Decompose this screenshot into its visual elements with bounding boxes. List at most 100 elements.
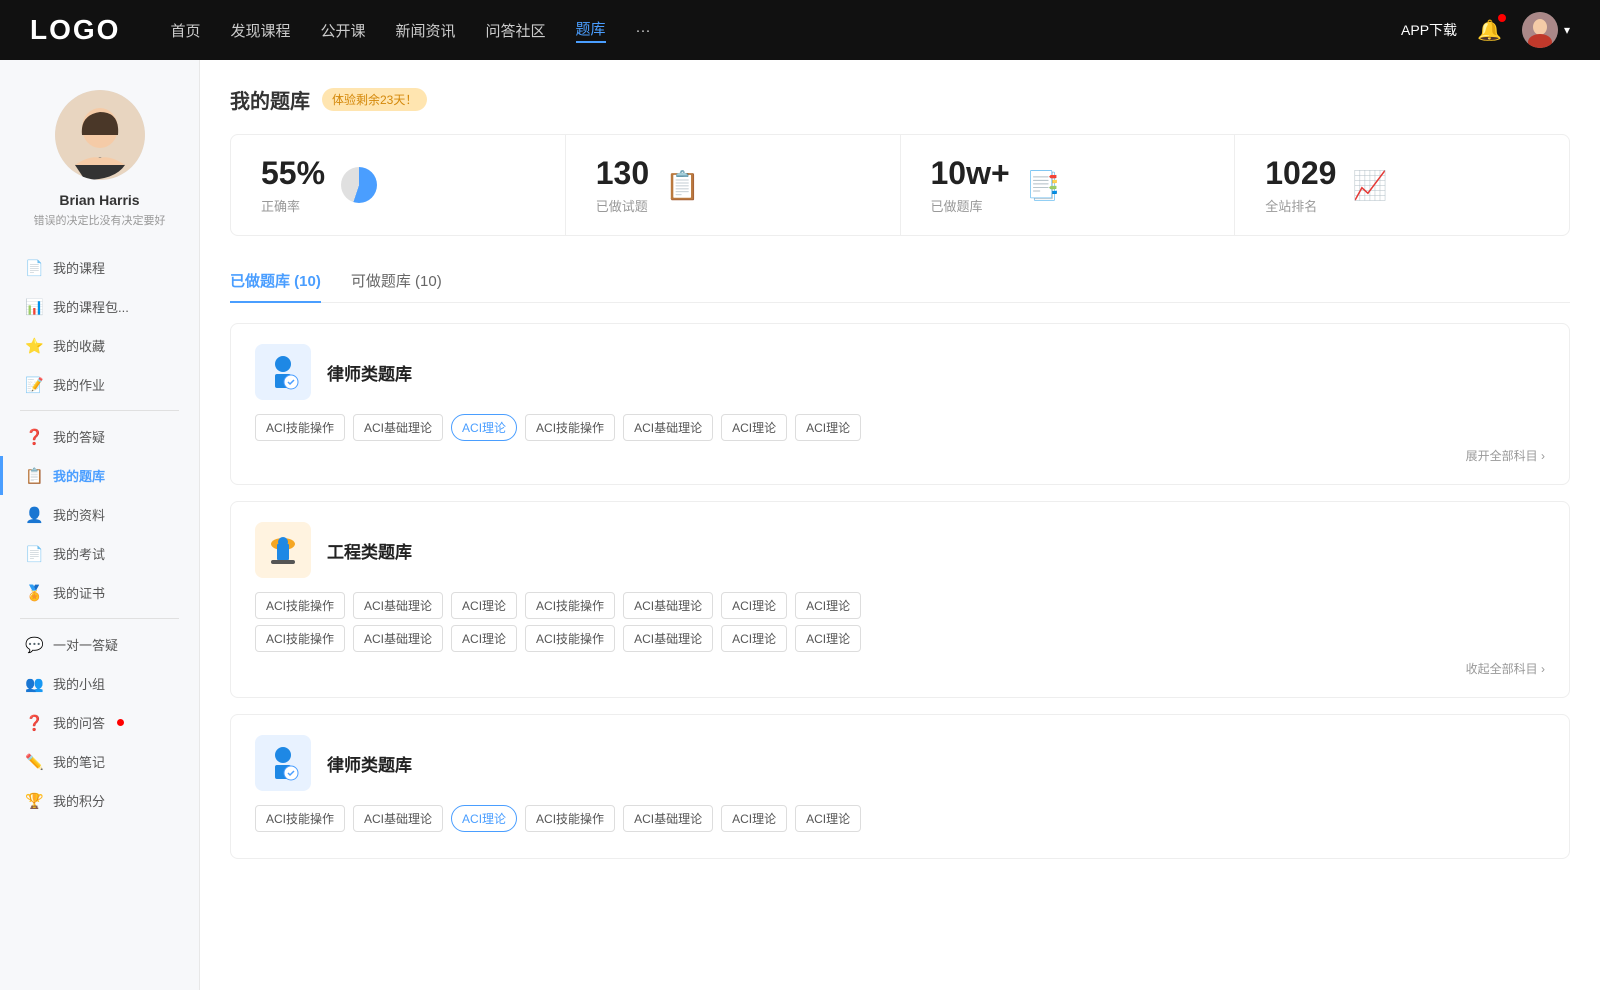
tag-3-1[interactable]: ACI基础理论 (353, 805, 443, 832)
stat-accuracy-label: 正确率 (261, 196, 325, 215)
nav-open-course[interactable]: 公开课 (320, 20, 365, 41)
sidebar-label-questions: 我的问答 (53, 713, 105, 732)
bank-header-3: 律师类题库 (255, 735, 1545, 791)
sidebar-item-profile[interactable]: 👤 我的资料 (0, 495, 199, 534)
tag-3-6[interactable]: ACI理论 (795, 805, 861, 832)
sidebar-item-question-bank[interactable]: 📋 我的题库 (0, 456, 199, 495)
nav-qa[interactable]: 问答社区 (486, 20, 546, 41)
navbar-right: APP下载 🔔 ▾ (1401, 12, 1570, 48)
tag-2-r2-2[interactable]: ACI理论 (451, 625, 517, 652)
tag-2-r1-2[interactable]: ACI理论 (451, 592, 517, 619)
tag-2-r1-6[interactable]: ACI理论 (795, 592, 861, 619)
sidebar-label-profile: 我的资料 (53, 505, 105, 524)
stat-done-questions-value: 130 (596, 155, 649, 192)
page-title: 我的题库 (230, 85, 310, 114)
stat-rank-left: 1029 全站排名 (1265, 155, 1336, 215)
stat-done-banks-left: 10w+ 已做题库 (931, 155, 1010, 215)
sidebar-label-packages: 我的课程包... (53, 297, 129, 316)
tag-3-0[interactable]: ACI技能操作 (255, 805, 345, 832)
sidebar-item-my-qa[interactable]: ❓ 我的答疑 (0, 417, 199, 456)
sidebar-item-course-packages[interactable]: 📊 我的课程包... (0, 287, 199, 326)
user-avatar-menu[interactable]: ▾ (1522, 12, 1570, 48)
stats-row: 55% 正确率 130 已做试题 📋 10w+ 已做题库 📑 (230, 134, 1570, 236)
chevron-down-icon: ▾ (1564, 23, 1570, 37)
bank-icon-lawyer-1 (255, 344, 311, 400)
tab-available-banks[interactable]: 可做题库 (10) (351, 260, 442, 303)
sidebar-label-bank: 我的题库 (53, 466, 105, 485)
tag-1-2[interactable]: ACI理论 (451, 414, 517, 441)
stat-done-questions-left: 130 已做试题 (596, 155, 649, 215)
sidebar-menu: 📄 我的课程 📊 我的课程包... ⭐ 我的收藏 📝 我的作业 ❓ 我的答疑 � (0, 248, 199, 820)
tag-1-1[interactable]: ACI基础理论 (353, 414, 443, 441)
group-icon: 👥 (25, 675, 43, 693)
tag-2-r1-4[interactable]: ACI基础理论 (623, 592, 713, 619)
sidebar-label-courses: 我的课程 (53, 258, 105, 277)
points-icon: 🏆 (25, 792, 43, 810)
sidebar-username: Brian Harris (59, 192, 139, 208)
tag-3-2[interactable]: ACI理论 (451, 805, 517, 832)
tag-2-r1-1[interactable]: ACI基础理论 (353, 592, 443, 619)
bank-title-1: 律师类题库 (327, 360, 412, 385)
tag-2-r1-0[interactable]: ACI技能操作 (255, 592, 345, 619)
stat-done-banks-label: 已做题库 (931, 196, 1010, 215)
tag-2-r1-3[interactable]: ACI技能操作 (525, 592, 615, 619)
bank-title-3: 律师类题库 (327, 751, 412, 776)
tag-1-3[interactable]: ACI技能操作 (525, 414, 615, 441)
sidebar: Brian Harris 错误的决定比没有决定要好 📄 我的课程 📊 我的课程包… (0, 60, 200, 990)
tag-1-4[interactable]: ACI基础理论 (623, 414, 713, 441)
nav-more[interactable]: ··· (636, 22, 651, 39)
sidebar-label-notes: 我的笔记 (53, 752, 105, 771)
tag-2-r2-5[interactable]: ACI理论 (721, 625, 787, 652)
nav-home[interactable]: 首页 (170, 20, 200, 41)
sidebar-motto: 错误的决定比没有决定要好 (24, 212, 176, 228)
bank-icon: 📋 (25, 467, 43, 485)
sidebar-item-exam[interactable]: 📄 我的考试 (0, 534, 199, 573)
stat-done-questions: 130 已做试题 📋 (566, 135, 901, 235)
sidebar-label-qa: 我的答疑 (53, 427, 105, 446)
tag-2-r2-4[interactable]: ACI基础理论 (623, 625, 713, 652)
sidebar-label-homework: 我的作业 (53, 375, 105, 394)
tab-done-banks[interactable]: 已做题库 (10) (230, 260, 321, 303)
sidebar-item-homework[interactable]: 📝 我的作业 (0, 365, 199, 404)
expand-link-1[interactable]: 展开全部科目 › (255, 447, 1545, 464)
homework-icon: 📝 (25, 376, 43, 394)
tabs-row: 已做题库 (10) 可做题库 (10) (230, 260, 1570, 303)
done-questions-icon: 📋 (665, 169, 700, 202)
logo[interactable]: LOGO (30, 14, 120, 46)
nav-discover[interactable]: 发现课程 (230, 20, 290, 41)
notification-bell[interactable]: 🔔 (1477, 18, 1502, 43)
sidebar-item-points[interactable]: 🏆 我的积分 (0, 781, 199, 820)
stat-rank-value: 1029 (1265, 155, 1336, 192)
tag-2-r2-3[interactable]: ACI技能操作 (525, 625, 615, 652)
tag-2-r2-6[interactable]: ACI理论 (795, 625, 861, 652)
done-banks-icon: 📑 (1026, 169, 1061, 202)
sidebar-item-certificate[interactable]: 🏅 我的证书 (0, 573, 199, 612)
tag-3-5[interactable]: ACI理论 (721, 805, 787, 832)
tag-1-5[interactable]: ACI理论 (721, 414, 787, 441)
collapse-link-2[interactable]: 收起全部科目 › (255, 660, 1545, 677)
app-download-link[interactable]: APP下载 (1401, 20, 1457, 40)
tag-1-0[interactable]: ACI技能操作 (255, 414, 345, 441)
tag-2-r2-0[interactable]: ACI技能操作 (255, 625, 345, 652)
sidebar-item-group[interactable]: 👥 我的小组 (0, 664, 199, 703)
nav-news[interactable]: 新闻资讯 (396, 20, 456, 41)
package-icon: 📊 (25, 298, 43, 316)
tag-3-4[interactable]: ACI基础理论 (623, 805, 713, 832)
chat-icon: 💬 (25, 636, 43, 654)
tag-2-r1-5[interactable]: ACI理论 (721, 592, 787, 619)
tag-1-6[interactable]: ACI理论 (795, 414, 861, 441)
divider-2 (20, 618, 179, 619)
sidebar-item-my-courses[interactable]: 📄 我的课程 (0, 248, 199, 287)
sidebar-label-exam: 我的考试 (53, 544, 105, 563)
tag-2-r2-1[interactable]: ACI基础理论 (353, 625, 443, 652)
sidebar-item-one-on-one[interactable]: 💬 一对一答疑 (0, 625, 199, 664)
sidebar-item-notes[interactable]: ✏️ 我的笔记 (0, 742, 199, 781)
tag-3-3[interactable]: ACI技能操作 (525, 805, 615, 832)
bank-header-2: 工程类题库 (255, 522, 1545, 578)
sidebar-label-points: 我的积分 (53, 791, 105, 810)
sidebar-item-favorites[interactable]: ⭐ 我的收藏 (0, 326, 199, 365)
stat-done-questions-label: 已做试题 (596, 196, 649, 215)
sidebar-item-questions[interactable]: ❓ 我的问答 (0, 703, 199, 742)
nav-question-bank[interactable]: 题库 (576, 18, 606, 43)
stat-accuracy-value: 55% (261, 155, 325, 192)
